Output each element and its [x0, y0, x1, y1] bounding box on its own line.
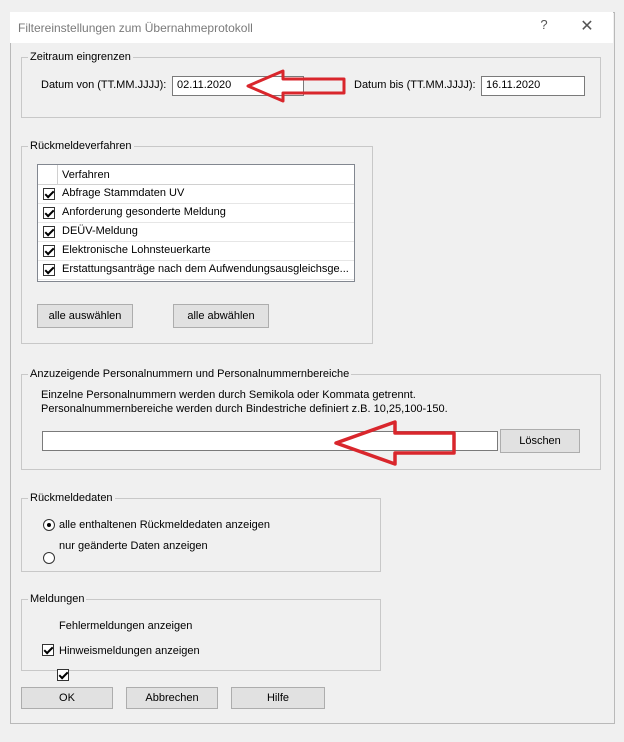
list-item[interactable]: Abfrage Stammdaten UV	[38, 185, 354, 204]
zeitraum-legend: Zeitraum eingrenzen	[28, 51, 133, 63]
personal-hint-line1: Einzelne Personalnummern werden durch Se…	[41, 389, 416, 401]
arrow-left-icon	[246, 69, 346, 103]
list-item[interactable]: Elektronische Lohnsteuerkarte	[38, 242, 354, 261]
ok-button[interactable]: OK	[21, 687, 113, 709]
rueckmeldedaten-group	[21, 498, 381, 572]
close-button[interactable]: ✕	[577, 16, 597, 36]
list-header: Verfahren	[38, 165, 354, 185]
list-item-checkbox[interactable]	[43, 188, 55, 200]
rueckmeldeverfahren-legend: Rückmeldeverfahren	[28, 140, 134, 152]
list-item[interactable]: DEÜV-Meldung	[38, 223, 354, 242]
date-to-label: Datum bis (TT.MM.JJJJ):	[354, 79, 476, 91]
verfahren-list[interactable]: Verfahren Abfrage Stammdaten UV Anforder…	[37, 164, 355, 282]
radio-changed-data[interactable]	[43, 552, 55, 564]
list-item-checkbox[interactable]	[43, 245, 55, 257]
date-from-label: Datum von (TT.MM.JJJJ):	[41, 79, 167, 91]
list-item-label: Anforderung gesonderte Meldung	[62, 206, 226, 218]
help-button[interactable]: Hilfe	[231, 687, 325, 709]
radio-changed-data-label[interactable]: nur geänderte Daten anzeigen	[59, 540, 208, 552]
deselect-all-button[interactable]: alle abwählen	[173, 304, 269, 328]
list-item[interactable]: Anforderung gesonderte Meldung	[38, 204, 354, 223]
list-item-label: Erstattungsanträge nach dem Aufwendungsa…	[62, 263, 349, 275]
delete-button[interactable]: Löschen	[500, 429, 580, 453]
help-title-button[interactable]: ?	[537, 17, 551, 37]
select-all-button[interactable]: alle auswählen	[37, 304, 133, 328]
list-item-label: Elektronische Lohnsteuerkarte	[62, 244, 211, 256]
meldungen-legend: Meldungen	[28, 593, 87, 605]
error-messages-label[interactable]: Fehlermeldungen anzeigen	[59, 620, 192, 632]
column-divider	[57, 165, 58, 184]
radio-all-data[interactable]	[43, 519, 55, 531]
list-item-checkbox[interactable]	[43, 226, 55, 238]
radio-all-data-label[interactable]: alle enthaltenen Rückmeldedaten anzeigen	[59, 519, 270, 531]
list-item-checkbox[interactable]	[43, 207, 55, 219]
hint-messages-label[interactable]: Hinweismeldungen anzeigen	[59, 645, 200, 657]
list-item[interactable]: Erstattungsanträge nach dem Aufwendungsa…	[38, 261, 354, 280]
personal-hint-line2: Personalnummernbereiche werden durch Bin…	[41, 403, 448, 415]
error-messages-checkbox[interactable]	[42, 644, 54, 656]
list-item-label: DEÜV-Meldung	[62, 225, 138, 237]
date-to-input[interactable]: 16.11.2020	[481, 76, 585, 96]
rueckmeldedaten-legend: Rückmeldedaten	[28, 492, 115, 504]
list-item-label: Abfrage Stammdaten UV	[62, 187, 185, 199]
window-title: Filtereinstellungen zum Übernahmeprotoko…	[18, 21, 253, 35]
cancel-button[interactable]: Abbrechen	[126, 687, 218, 709]
hint-messages-checkbox[interactable]	[57, 669, 70, 681]
arrow-left-icon	[334, 420, 456, 466]
meldungen-group	[21, 599, 381, 671]
personalnummern-legend: Anzuzeigende Personalnummern und Persona…	[28, 368, 352, 380]
list-item-checkbox[interactable]	[43, 264, 55, 276]
column-header-verfahren[interactable]: Verfahren	[62, 169, 110, 181]
